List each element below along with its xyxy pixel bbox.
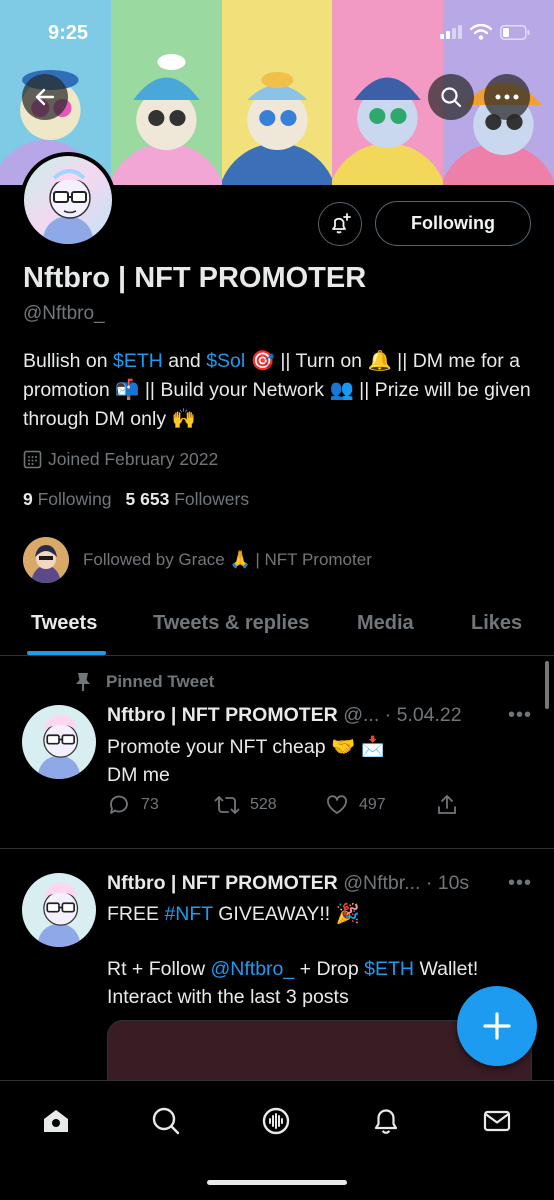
following-button[interactable]: Following xyxy=(375,201,531,246)
like-button[interactable]: 497 xyxy=(325,793,386,817)
followed-by-row[interactable]: Followed by Grace 🙏 | NFT Promoter xyxy=(23,537,372,583)
tweet-text-span: Wallet! xyxy=(414,958,479,980)
tab-likes[interactable]: Likes xyxy=(471,612,522,635)
tweet-divider xyxy=(0,848,554,849)
profile-display-name: Nftbro | NFT PROMOTER xyxy=(23,262,367,294)
nav-explore[interactable] xyxy=(146,1101,186,1141)
tweet-header: Nftbro | NFT PROMOTER @Nftbr... · 10s xyxy=(107,872,469,895)
profile-bio: Bullish on $ETH and $Sol 🎯 || Turn on 🔔 … xyxy=(23,347,533,434)
tweet-text-span: + Drop xyxy=(294,958,365,980)
tweet-text-span: FREE xyxy=(107,903,165,925)
tweet-avatar[interactable] xyxy=(22,873,96,947)
tweet-more-button[interactable]: ••• xyxy=(508,872,532,895)
tweet-author-name[interactable]: Nftbro | NFT PROMOTER xyxy=(107,704,338,726)
spaces-icon xyxy=(262,1107,290,1135)
follow-counts: 9 Following 5 653 Followers xyxy=(23,489,249,510)
bio-cashtag-sol[interactable]: $Sol xyxy=(206,350,245,372)
back-arrow-icon xyxy=(35,88,55,106)
tab-tweets[interactable]: Tweets xyxy=(31,612,97,635)
notifications-icon xyxy=(374,1109,398,1134)
more-options-button[interactable] xyxy=(484,74,530,120)
joined-date: Joined February 2022 xyxy=(23,449,218,470)
pinned-text: Pinned Tweet xyxy=(106,672,215,691)
retweet-button[interactable]: 528 xyxy=(214,793,277,817)
search-icon xyxy=(441,87,462,108)
following-count: 9 xyxy=(23,489,33,509)
home-indicator[interactable] xyxy=(207,1180,347,1185)
reply-icon xyxy=(110,795,128,814)
cashtag-link[interactable]: $ETH xyxy=(364,958,414,980)
follower-avatar xyxy=(23,537,69,583)
nav-home[interactable] xyxy=(36,1101,76,1141)
bio-text: and xyxy=(162,350,207,372)
tab-tweets-replies[interactable]: Tweets & replies xyxy=(153,612,309,635)
tweet-line: FREE #NFT GIVEAWAY!! 🎉 xyxy=(107,900,527,928)
nav-spaces[interactable] xyxy=(256,1101,296,1141)
bio-cashtag-eth[interactable]: $ETH xyxy=(113,350,163,372)
profile-tabs: Tweets Tweets & replies Media Likes xyxy=(0,600,554,656)
tweet-meta: @Nftbr... · 10s xyxy=(343,872,470,894)
compose-plus-icon xyxy=(483,1012,511,1040)
tweet-line: Promote your NFT cheap 🤝 📩 xyxy=(107,736,385,758)
tweet-text-span: GIVEAWAY!! 🎉 xyxy=(212,903,360,925)
profile-avatar[interactable] xyxy=(20,152,116,248)
tweet-header: Nftbro | NFT PROMOTER @... · 5.04.22 xyxy=(107,704,462,727)
share-button[interactable] xyxy=(435,793,459,817)
status-icons xyxy=(440,24,530,40)
followed-by-text: Followed by Grace 🙏 | NFT Promoter xyxy=(83,550,372,569)
tweet-author-name[interactable]: Nftbro | NFT PROMOTER xyxy=(107,872,338,894)
scrollbar-thumb[interactable] xyxy=(545,661,549,709)
tweet-avatar[interactable] xyxy=(22,705,96,779)
notifications-subscribe-button[interactable] xyxy=(318,202,362,246)
search-button[interactable] xyxy=(428,74,474,120)
like-count: 497 xyxy=(359,796,386,813)
tweet-actions: 73 528 497 xyxy=(107,793,467,823)
followers-count-link[interactable]: 5 653 Followers xyxy=(126,489,250,509)
explore-icon xyxy=(152,1107,180,1135)
active-tab-indicator xyxy=(27,651,106,655)
tweet-line: DM me xyxy=(107,764,170,786)
bell-plus-icon xyxy=(332,213,351,234)
like-icon xyxy=(327,795,347,814)
reply-button[interactable]: 73 xyxy=(107,793,159,817)
following-count-label: Following xyxy=(37,489,112,509)
bio-text: Bullish on xyxy=(23,350,113,372)
retweet-count: 528 xyxy=(250,796,277,813)
profile-handle: @Nftbro_ xyxy=(23,303,105,324)
tweet-line: Rt + Follow @Nftbro_ + Drop $ETH Wallet! xyxy=(107,955,527,983)
following-count-link[interactable]: 9 Following xyxy=(23,489,112,509)
tweet-text-span: Rt + Follow xyxy=(107,958,211,980)
mention-link[interactable]: @Nftbro_ xyxy=(211,958,295,980)
followers-count-label: Followers xyxy=(174,489,250,509)
back-button[interactable] xyxy=(22,74,68,120)
messages-icon xyxy=(483,1110,511,1132)
battery-icon xyxy=(500,24,530,40)
reply-count: 73 xyxy=(141,796,159,813)
pinned-label: Pinned Tweet xyxy=(74,672,214,692)
home-icon xyxy=(44,1110,68,1132)
joined-text: Joined February 2022 xyxy=(48,449,219,469)
share-icon xyxy=(438,795,456,814)
calendar-icon xyxy=(23,450,42,469)
retweet-icon xyxy=(214,796,240,814)
more-icon xyxy=(495,94,519,100)
wifi-icon xyxy=(470,24,492,40)
cellular-signal-icon xyxy=(440,25,462,39)
status-time: 9:25 xyxy=(48,22,89,44)
pin-icon xyxy=(76,673,90,691)
followers-count: 5 653 xyxy=(125,489,170,509)
status-bar: 9:25 xyxy=(0,0,554,70)
tweet-text[interactable]: FREE #NFT GIVEAWAY!! 🎉 Rt + Follow @Nftb… xyxy=(107,900,527,1011)
compose-tweet-button[interactable] xyxy=(457,986,537,1066)
tweet-meta: @... · 5.04.22 xyxy=(343,704,462,726)
nav-notifications[interactable] xyxy=(366,1101,406,1141)
nav-messages[interactable] xyxy=(477,1101,517,1141)
tweet-text[interactable]: Promote your NFT cheap 🤝 📩 DM me xyxy=(107,733,527,789)
tab-media[interactable]: Media xyxy=(357,612,414,635)
tweet-more-button[interactable]: ••• xyxy=(508,704,532,727)
hashtag-link[interactable]: #NFT xyxy=(164,903,212,925)
